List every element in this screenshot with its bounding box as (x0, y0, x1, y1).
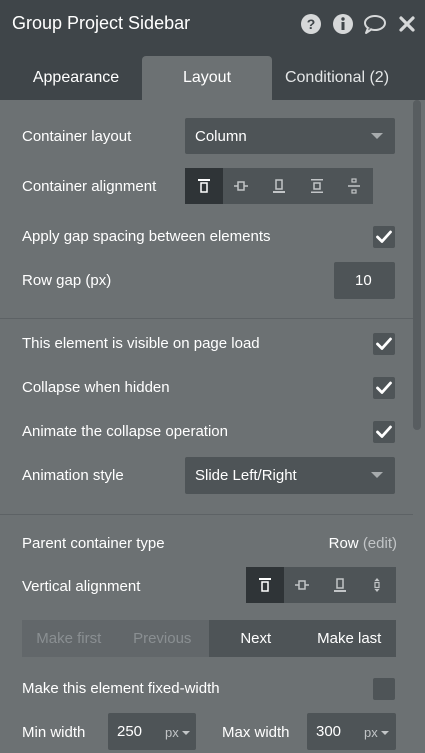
next-button[interactable]: Next (209, 620, 303, 657)
tab-conditional[interactable]: Conditional (2) (272, 56, 402, 100)
space-around-button[interactable] (335, 168, 373, 204)
make-last-button[interactable]: Make last (302, 620, 396, 657)
section-divider (0, 514, 413, 515)
align-top-icon (197, 179, 210, 193)
align-center-button[interactable] (223, 168, 261, 204)
fixed-width-label: Make this element fixed-width (22, 680, 220, 697)
max-width-unit-select[interactable]: px (364, 725, 389, 740)
align-bottom-icon (272, 179, 285, 193)
min-width-unit: px (165, 725, 179, 740)
align-bottom-button[interactable] (260, 168, 298, 204)
comment-icon[interactable] (363, 12, 387, 36)
container-alignment-label: Container alignment (22, 178, 157, 195)
max-width-value: 300 (316, 723, 342, 740)
tab-layout[interactable]: Layout (142, 56, 272, 100)
row-gap-label: Row gap (px) (22, 272, 112, 289)
title-icons: ? (299, 12, 419, 36)
check-icon (376, 230, 392, 243)
max-width-unit: px (364, 725, 378, 740)
title-bar: Group Project Sidebar ? (0, 0, 425, 50)
animation-style-value: Slide Left/Right (195, 467, 297, 484)
collapse-when-hidden-checkbox[interactable] (373, 377, 395, 399)
chevron-down-icon (380, 730, 389, 735)
animation-style-label: Animation style (22, 467, 124, 484)
min-width-unit-select[interactable]: px (165, 725, 190, 740)
svg-text:?: ? (307, 16, 316, 32)
close-icon[interactable] (395, 12, 419, 36)
align-top-icon (258, 578, 271, 592)
space-between-button[interactable] (298, 168, 336, 204)
check-icon (376, 425, 392, 438)
visible-on-load-label: This element is visible on page load (22, 335, 260, 352)
animation-style-dropdown[interactable]: Slide Left/Right (185, 457, 395, 494)
valign-bottom-button[interactable] (321, 567, 359, 603)
vertical-alignment-label: Vertical alignment (22, 578, 141, 595)
gap-spacing-label: Apply gap spacing between elements (22, 228, 271, 245)
stretch-icon (374, 578, 380, 592)
previous-button[interactable]: Previous (116, 620, 210, 657)
animate-collapse-checkbox[interactable] (373, 421, 395, 443)
collapse-when-hidden-label: Collapse when hidden (22, 379, 170, 396)
edit-parent-link[interactable]: (edit) (363, 535, 397, 552)
valign-top-button[interactable] (246, 567, 284, 603)
tab-bar: Appearance Layout Conditional (2) (0, 50, 425, 100)
space-around-icon (348, 178, 361, 194)
chevron-down-icon (181, 730, 190, 735)
align-center-icon (234, 181, 249, 191)
container-layout-value: Column (195, 127, 247, 145)
container-alignment-group (185, 168, 373, 204)
chevron-down-icon (371, 133, 383, 139)
element-order-group: Make first Previous Next Make last (22, 620, 396, 657)
min-width-value: 250 (117, 723, 143, 740)
check-icon (376, 337, 392, 350)
info-icon[interactable] (331, 12, 355, 36)
help-icon[interactable]: ? (299, 12, 323, 36)
fixed-width-checkbox[interactable] (373, 678, 395, 700)
valign-middle-button[interactable] (284, 567, 322, 603)
gap-spacing-checkbox[interactable] (373, 226, 395, 248)
container-layout-label: Container layout (22, 128, 132, 145)
scrollbar[interactable] (413, 100, 421, 430)
container-layout-dropdown[interactable]: Column (185, 118, 395, 154)
align-bottom-icon (333, 578, 346, 592)
window-title: Group Project Sidebar (12, 13, 191, 33)
section-divider (0, 318, 413, 319)
align-middle-icon (295, 580, 310, 590)
parent-container-type-value: Row (edit) (329, 535, 397, 552)
vertical-alignment-group (246, 567, 396, 603)
chevron-down-icon (371, 472, 383, 478)
max-width-label: Max width (222, 724, 290, 741)
parent-container-type-label: Parent container type (22, 535, 165, 552)
align-top-button[interactable] (185, 168, 223, 204)
parent-type-text: Row (328, 535, 359, 552)
check-icon (376, 381, 392, 394)
space-between-icon (310, 179, 323, 193)
animate-collapse-label: Animate the collapse operation (22, 423, 228, 440)
row-gap-input[interactable]: 10 (334, 262, 395, 299)
visible-on-load-checkbox[interactable] (373, 333, 395, 355)
valign-stretch-button[interactable] (359, 567, 397, 603)
make-first-button[interactable]: Make first (22, 620, 116, 657)
min-width-label: Min width (22, 724, 86, 741)
tab-appearance[interactable]: Appearance (10, 56, 142, 100)
